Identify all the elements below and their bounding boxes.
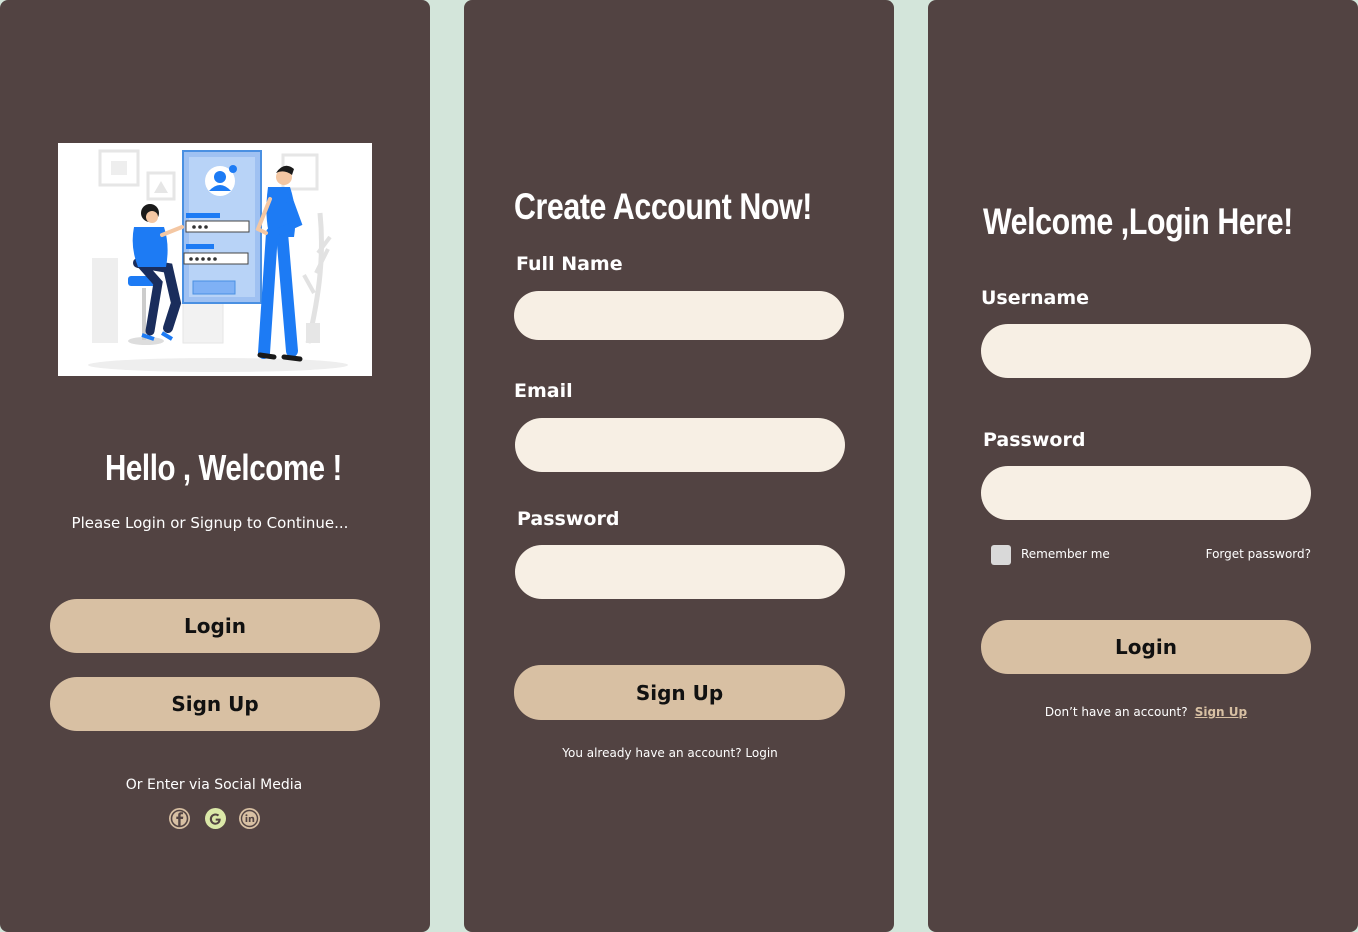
signup-link[interactable]: Sign Up — [1195, 705, 1247, 719]
linkedin-icon[interactable] — [239, 808, 260, 829]
facebook-icon[interactable] — [169, 808, 190, 829]
password-field[interactable] — [515, 545, 845, 599]
fullname-label: Full Name — [516, 253, 623, 275]
welcome-subtitle: Please Login or Signup to Continue... — [71, 514, 349, 532]
forgot-password-link[interactable]: Forget password? — [1206, 547, 1311, 561]
signup-submit-button[interactable]: Sign Up — [514, 665, 845, 720]
login-title: Welcome ,Login Here! — [983, 201, 1293, 242]
signup-prompt: Don’t have an account? Sign Up — [928, 701, 1358, 720]
welcome-panel: Hello , Welcome ! Please Login or Signup… — [0, 0, 430, 932]
email-label: Email — [514, 380, 573, 402]
email-field[interactable] — [515, 418, 845, 472]
signup-prompt-text: Don’t have an account? — [1044, 705, 1188, 719]
login-link-text[interactable]: You already have an account? Login — [464, 746, 876, 760]
signup-panel: Create Account Now! Full Name Email Pass… — [464, 0, 894, 932]
login-button[interactable]: Login — [50, 599, 380, 653]
social-media-caption: Or Enter via Social Media — [125, 777, 303, 793]
google-icon[interactable] — [205, 808, 226, 829]
remember-me-checkbox[interactable] — [991, 545, 1011, 565]
login-illustration-image — [88, 149, 348, 372]
welcome-title: Hello , Welcome ! — [105, 447, 342, 488]
login-submit-button[interactable]: Login — [981, 620, 1311, 674]
username-field[interactable] — [981, 324, 1311, 378]
password-label: Password — [517, 508, 620, 530]
login-password-label: Password — [983, 429, 1086, 451]
username-label: Username — [981, 287, 1090, 309]
signup-title: Create Account Now! — [514, 186, 812, 227]
signup-button[interactable]: Sign Up — [50, 677, 380, 731]
login-password-field[interactable] — [981, 466, 1311, 520]
fullname-field[interactable] — [514, 291, 844, 340]
login-panel: Welcome ,Login Here! Username Password R… — [928, 0, 1358, 932]
hero-illustration — [58, 143, 372, 376]
remember-me-label[interactable]: Remember me — [1021, 547, 1110, 561]
